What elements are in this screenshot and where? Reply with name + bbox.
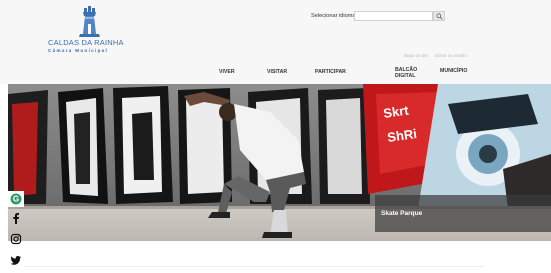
hero-caption[interactable]: Skate Parque (375, 195, 551, 232)
nav-item-viver[interactable]: VIVER (219, 69, 235, 75)
nav-item-label-line2: DIGITAL (395, 73, 416, 79)
search-input[interactable] (354, 11, 433, 21)
logo-name: CALDAS DA RAINHA (48, 38, 124, 47)
utility-links: Mapa do site Entrar na sessão (404, 53, 473, 58)
login-link[interactable]: Entrar na sessão (435, 53, 467, 58)
facebook-button[interactable] (8, 210, 24, 226)
nav-item-balcao-digital[interactable]: BALCÃO DIGITAL (395, 67, 417, 79)
twitter-button[interactable] (8, 252, 24, 268)
nav-item-visitar[interactable]: VISITAR (267, 69, 287, 75)
facebook-icon (13, 213, 19, 224)
site-header: CALDAS DA RAINHA Câmara Municipal Seleci… (0, 0, 551, 84)
instagram-icon (10, 233, 22, 245)
language-label: Selecionar idioma (311, 13, 356, 19)
instagram-button[interactable] (8, 231, 24, 247)
divider (24, 266, 484, 267)
sitemap-link[interactable]: Mapa do site (404, 53, 428, 58)
google-icon: G (10, 193, 22, 205)
logo-subtitle: Câmara Municipal (48, 48, 109, 53)
google-button[interactable]: G (8, 191, 24, 207)
twitter-icon (10, 256, 21, 265)
main-nav: VIVER VISITAR PARTICIPAR BALCÃO DIGITAL … (0, 67, 551, 81)
nav-item-participar[interactable]: PARTICIPAR (315, 69, 346, 75)
nav-item-municipio[interactable]: MUNICÍPIO (440, 68, 467, 74)
search-box (354, 11, 445, 21)
search-button[interactable] (433, 11, 445, 21)
hero-caption-title: Skate Parque (381, 210, 423, 217)
search-icon (435, 12, 443, 20)
logo[interactable]: CALDAS DA RAINHA Câmara Municipal (44, 4, 134, 56)
svg-text:G: G (13, 195, 19, 204)
tower-logo-icon (79, 6, 100, 37)
